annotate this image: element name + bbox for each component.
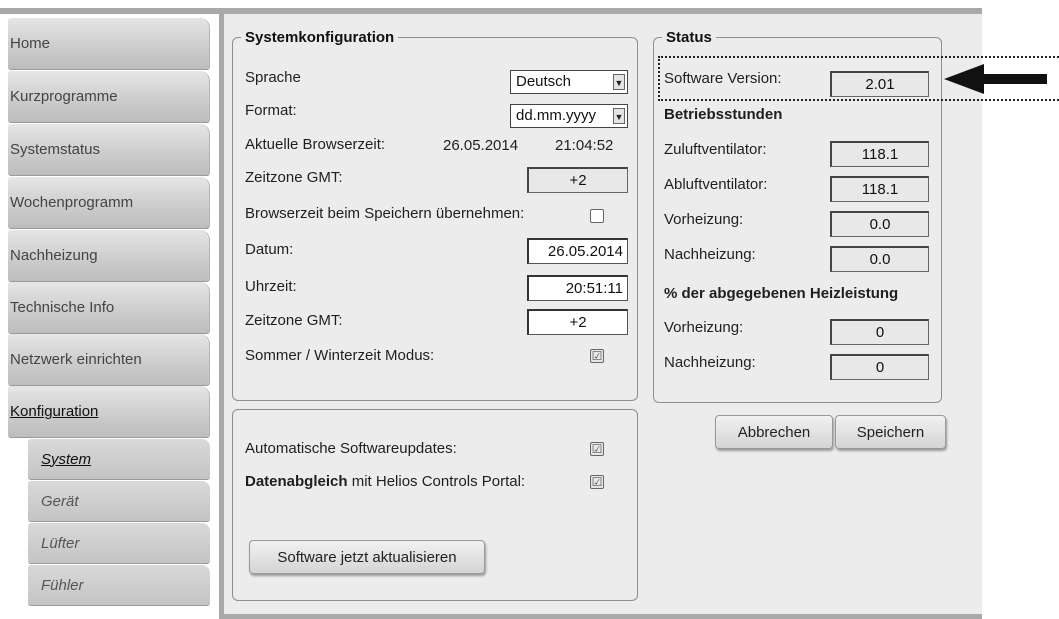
format-label: Format: <box>245 102 297 119</box>
sidebar-item-label: Systemstatus <box>10 141 101 158</box>
heating-output-heading: % der abgegebenen Heizleistung <box>664 285 899 302</box>
content-area: Systemkonfiguration Sprache Deutsch ▼ Fo… <box>224 14 982 614</box>
sidebar-item-label: Wochenprogramm <box>10 194 134 211</box>
exhaust-fan-field: 118.1 <box>830 176 929 202</box>
sidebar-item-label: Konfiguration <box>10 403 99 420</box>
language-select[interactable]: Deutsch ▼ <box>510 70 628 94</box>
sidebar-item-label: Netzwerk einrichten <box>10 351 142 368</box>
chevron-down-icon: ▼ <box>613 108 625 124</box>
sidebar-item-technische-info[interactable]: Technische Info <box>8 282 210 334</box>
portal-sync-label: Datenabgleich mit Helios Controls Portal… <box>245 473 525 490</box>
auto-updates-checkbox[interactable]: ☑ <box>590 442 604 456</box>
sidebar-item-nachheizung[interactable]: Nachheizung <box>8 230 210 282</box>
browser-time-value: 21:04:52 <box>555 137 614 154</box>
sidebar-item-netzwerk[interactable]: Netzwerk einrichten <box>8 334 210 386</box>
sidebar-item-label: Home <box>10 35 51 52</box>
timezone-input[interactable]: +2 <box>527 309 628 335</box>
sidebar: Home Kurzprogramme Systemstatus Wochenpr… <box>8 14 210 619</box>
reheating-hours-label: Nachheizung: <box>664 246 756 263</box>
sidebar-item-systemstatus[interactable]: Systemstatus <box>8 124 210 176</box>
sidebar-item-kurzprogramme[interactable]: Kurzprogramme <box>8 71 210 123</box>
subnav-item-luefter[interactable]: Lüfter <box>28 523 210 564</box>
portal-sync-label-rest: mit Helios Controls Portal: <box>347 473 526 490</box>
main-area: Systemkonfiguration Sprache Deutsch ▼ Fo… <box>219 14 982 619</box>
format-select-value: dd.mm.yyyy <box>516 107 597 124</box>
exhaust-fan-label: Abluftventilator: <box>664 176 768 193</box>
dst-mode-checkbox[interactable]: ☑ <box>590 349 604 363</box>
browser-time-label: Aktuelle Browserzeit: <box>245 136 386 153</box>
sidebar-item-label: Technische Info <box>10 299 115 316</box>
dst-mode-label: Sommer / Winterzeit Modus: <box>245 347 435 364</box>
preheating-hours-field: 0.0 <box>830 211 929 237</box>
date-input[interactable]: 26.05.2014 <box>527 238 628 264</box>
panel-title: Status <box>662 29 716 46</box>
time-input[interactable]: 20:51:11 <box>527 275 628 301</box>
preheating-hours-label: Vorheizung: <box>664 211 744 228</box>
sidebar-item-home[interactable]: Home <box>8 18 210 70</box>
chevron-down-icon: ▼ <box>613 74 625 90</box>
timezone-label: Zeitzone GMT: <box>245 169 343 186</box>
operating-hours-heading: Betriebsstunden <box>664 106 783 123</box>
subnav-item-geraet[interactable]: Gerät <box>28 481 210 522</box>
auto-updates-label: Automatische Softwareupdates: <box>245 440 457 457</box>
preheating-output-label: Vorheizung: <box>664 319 744 336</box>
subnav-item-fuehler[interactable]: Fühler <box>28 565 210 606</box>
language-label: Sprache <box>245 69 301 86</box>
browser-date-value: 26.05.2014 <box>443 137 519 154</box>
panel-title: Systemkonfiguration <box>241 29 399 46</box>
update-now-button[interactable]: Software jetzt aktualisieren <box>249 540 485 574</box>
date-label: Datum: <box>245 241 294 258</box>
subnav-item-system[interactable]: System <box>28 439 210 480</box>
supply-fan-label: Zuluftventilator: <box>664 141 767 158</box>
timezone-label: Zeitzone GMT: <box>245 312 343 329</box>
sidebar-item-wochenprogramm[interactable]: Wochenprogramm <box>8 177 210 229</box>
sidebar-item-konfiguration[interactable]: Konfiguration <box>8 386 210 438</box>
timezone-readonly-field: +2 <box>527 167 628 193</box>
system-config-panel: Systemkonfiguration Sprache Deutsch ▼ Fo… <box>232 29 638 401</box>
time-label: Uhrzeit: <box>245 278 297 295</box>
portal-sync-label-bold: Datenabgleich <box>245 473 348 490</box>
portal-sync-checkbox[interactable]: ☑ <box>590 475 604 489</box>
arrow-left-icon <box>944 64 1047 94</box>
sidebar-item-label: Nachheizung <box>10 247 98 264</box>
cancel-button[interactable]: Abbrechen <box>715 415 833 449</box>
subnav-item-label: System <box>41 450 92 468</box>
reheating-output-label: Nachheizung: <box>664 354 756 371</box>
updates-panel: Automatische Softwareupdates: ☑ Datenabg… <box>232 409 638 601</box>
format-select[interactable]: dd.mm.yyyy ▼ <box>510 104 628 128</box>
save-button[interactable]: Speichern <box>835 415 946 449</box>
preheating-output-field: 0 <box>830 319 929 345</box>
apply-browser-time-checkbox[interactable] <box>590 209 604 223</box>
subnav-item-label: Lüfter <box>41 534 80 552</box>
sidebar-item-label: Kurzprogramme <box>10 88 118 105</box>
supply-fan-field: 118.1 <box>830 141 929 167</box>
subnav-item-label: Fühler <box>41 576 84 594</box>
apply-browser-time-label: Browserzeit beim Speichern übernehmen: <box>245 205 525 222</box>
reheating-output-field: 0 <box>830 354 929 380</box>
reheating-hours-field: 0.0 <box>830 246 929 272</box>
subnav-item-label: Gerät <box>41 492 79 510</box>
language-select-value: Deutsch <box>516 73 572 90</box>
